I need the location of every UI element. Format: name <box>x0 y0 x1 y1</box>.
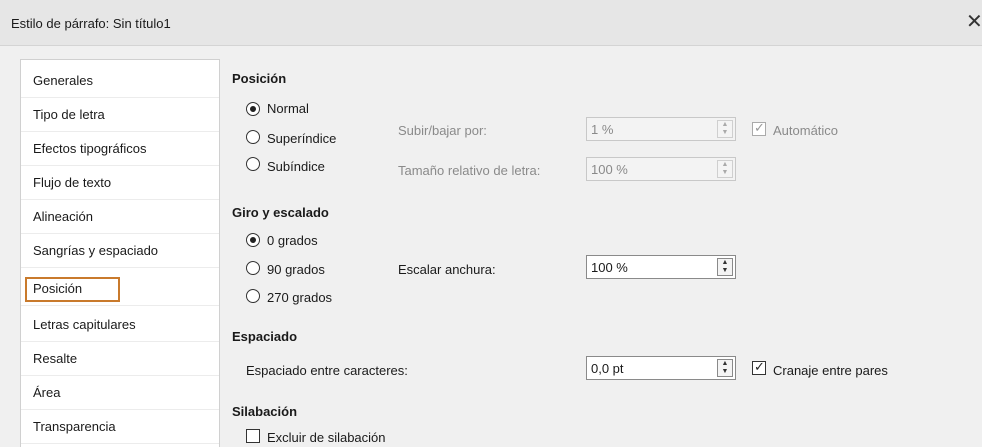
radio-superindice-label: Superíndice <box>267 131 337 146</box>
char-spacing-value: 0,0 pt <box>591 361 624 376</box>
hyphenation-heading: Silabación <box>232 404 298 419</box>
pair-kerning-label: Cranaje entre pares <box>773 363 888 378</box>
radio-normal-label: Normal <box>267 101 309 116</box>
sidebar-item-label: Efectos tipográficos <box>33 141 147 156</box>
sidebar-item-area[interactable]: Área <box>21 376 219 410</box>
stepper-buttons[interactable]: ▲ ▼ <box>717 120 733 138</box>
scale-width-stepper[interactable]: 100 % ▲ ▼ <box>586 255 736 279</box>
raise-lower-value: 1 % <box>591 122 614 137</box>
dialog-titlebar: Estilo de párrafo: Sin título1 ✕ <box>0 0 982 46</box>
stepper-buttons[interactable]: ▲ ▼ <box>717 359 733 377</box>
radio-superindice[interactable] <box>246 130 260 144</box>
raise-lower-label: Subir/bajar por: <box>398 123 487 138</box>
sidebar-item-efectos-tipograficos[interactable]: Efectos tipográficos <box>21 132 219 166</box>
raise-lower-stepper[interactable]: 1 % ▲ ▼ <box>586 117 736 141</box>
stepper-buttons[interactable]: ▲ ▼ <box>717 160 733 178</box>
chevron-down-icon[interactable]: ▼ <box>718 368 732 376</box>
exclude-hyphenation-checkbox[interactable] <box>246 429 260 443</box>
close-icon[interactable]: ✕ <box>966 12 982 32</box>
sidebar-item-label: Alineación <box>33 209 93 224</box>
radio-90-grados-label: 90 grados <box>267 262 325 277</box>
sidebar-item-resalte[interactable]: Resalte <box>21 342 219 376</box>
sidebar-item-letras-capitulares[interactable]: Letras capitulares <box>21 308 219 342</box>
radio-subindice[interactable] <box>246 157 260 171</box>
radio-270-grados-label: 270 grados <box>267 290 333 305</box>
chevron-up-icon[interactable]: ▲ <box>718 121 732 129</box>
chevron-down-icon[interactable]: ▼ <box>718 267 732 275</box>
sidebar-item-transparencia[interactable]: Transparencia <box>21 410 219 444</box>
sidebar-item-sangrias[interactable]: Sangrías y espaciado <box>21 234 219 268</box>
dialog-title: Estilo de párrafo: Sin título1 <box>11 16 171 31</box>
chevron-up-icon[interactable]: ▲ <box>718 259 732 267</box>
sidebar-item-label: Posición <box>33 281 83 296</box>
pair-kerning-checkbox[interactable]: ✓ <box>752 359 766 375</box>
checkmark-icon: ✓ <box>754 120 765 135</box>
automatic-checkbox[interactable]: ✓ <box>752 120 766 136</box>
radio-0-grados[interactable] <box>246 233 260 247</box>
scale-width-label: Escalar anchura: <box>398 262 496 277</box>
chevron-up-icon[interactable]: ▲ <box>718 161 732 169</box>
char-spacing-label: Espaciado entre caracteres: <box>246 363 408 378</box>
position-heading: Posición <box>232 71 287 86</box>
spacing-heading: Espaciado <box>232 329 298 344</box>
sidebar-item-label: Letras capitulares <box>33 317 136 332</box>
sidebar-item-label: Área <box>33 385 61 400</box>
automatic-label: Automático <box>773 123 839 138</box>
chevron-down-icon[interactable]: ▼ <box>718 169 732 177</box>
radio-90-grados[interactable] <box>246 261 260 275</box>
radio-subindice-label: Subíndice <box>267 159 325 174</box>
radio-normal[interactable] <box>246 102 260 116</box>
sidebar-item-label: Generales <box>33 73 93 88</box>
sidebar-item-tipo-de-letra[interactable]: Tipo de letra <box>21 98 219 132</box>
scale-width-value: 100 % <box>591 260 628 275</box>
sidebar-item-posicion[interactable]: Posición <box>21 272 219 306</box>
radio-0-grados-label: 0 grados <box>267 233 318 248</box>
sidebar-item-label: Resalte <box>33 351 78 366</box>
stepper-buttons[interactable]: ▲ ▼ <box>717 258 733 276</box>
exclude-hyphenation-label: Excluir de silabación <box>267 430 386 445</box>
relative-size-label: Tamaño relativo de letra: <box>398 163 541 178</box>
sidebar-item-label: Transparencia <box>33 419 116 434</box>
sidebar-item-generales[interactable]: Generales <box>21 64 219 98</box>
category-sidebar: Generales Tipo de letra Efectos tipográf… <box>20 59 220 447</box>
sidebar-item-flujo-de-texto[interactable]: Flujo de texto <box>21 166 219 200</box>
sidebar-item-label: Sangrías y espaciado <box>33 243 159 258</box>
sidebar-item-alineacion[interactable]: Alineación <box>21 200 219 234</box>
relative-size-value: 100 % <box>591 162 628 177</box>
rotation-heading: Giro y escalado <box>232 205 329 220</box>
char-spacing-stepper[interactable]: 0,0 pt ▲ ▼ <box>586 356 736 380</box>
chevron-up-icon[interactable]: ▲ <box>718 360 732 368</box>
chevron-down-icon[interactable]: ▼ <box>718 129 732 137</box>
sidebar-item-label: Flujo de texto <box>33 175 112 190</box>
relative-size-stepper[interactable]: 100 % ▲ ▼ <box>586 157 736 181</box>
radio-270-grados[interactable] <box>246 289 260 303</box>
checkmark-icon: ✓ <box>754 359 765 374</box>
sidebar-item-label: Tipo de letra <box>33 107 105 122</box>
